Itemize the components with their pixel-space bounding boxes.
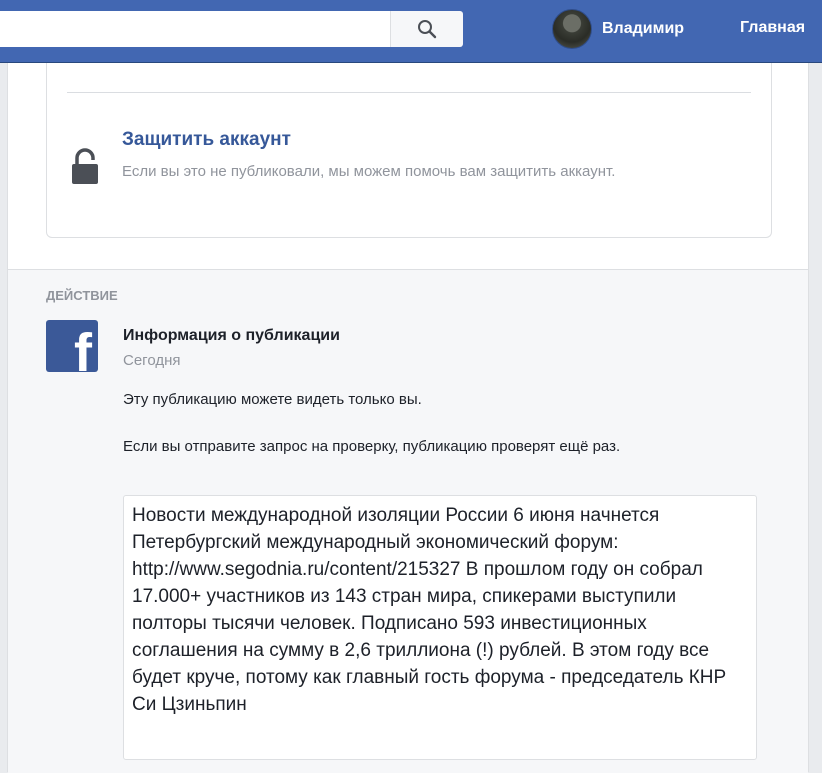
post-preview-box: Новости международной изоляции России 6 … [123,495,757,760]
protect-account-card: Защитить аккаунт Если вы это не публиков… [46,63,772,238]
protect-account-description: Если вы это не публиковали, мы можем пом… [122,163,616,180]
section-label: ДЕЙСТВИЕ [46,288,118,303]
home-link[interactable]: Главная [740,19,805,37]
publication-date: Сегодня [123,352,181,369]
user-name[interactable]: Владимир [602,20,684,38]
profile-link[interactable]: Владимир [552,9,684,49]
top-navigation-bar: Владимир Главная [0,0,822,63]
search-box [0,11,463,47]
lock-icon [72,148,98,184]
search-button[interactable] [390,11,463,47]
visibility-note: Эту публикацию можете видеть только вы. [123,391,422,408]
divider [67,92,751,93]
main-panel: Защитить аккаунт Если вы это не публиков… [7,63,809,773]
review-note: Если вы отправите запрос на проверку, пу… [123,438,621,455]
action-section: ДЕЙСТВИЕ f Информация о публикации Сегод… [8,269,808,773]
post-text: Новости международной изоляции России 6 … [132,505,727,715]
publication-info-title: Информация о публикации [123,327,340,344]
search-icon [418,20,437,39]
avatar[interactable] [552,9,592,49]
facebook-logo-icon: f [46,320,98,372]
protect-account-link[interactable]: Защитить аккаунт [122,129,291,151]
search-input[interactable] [0,11,400,47]
